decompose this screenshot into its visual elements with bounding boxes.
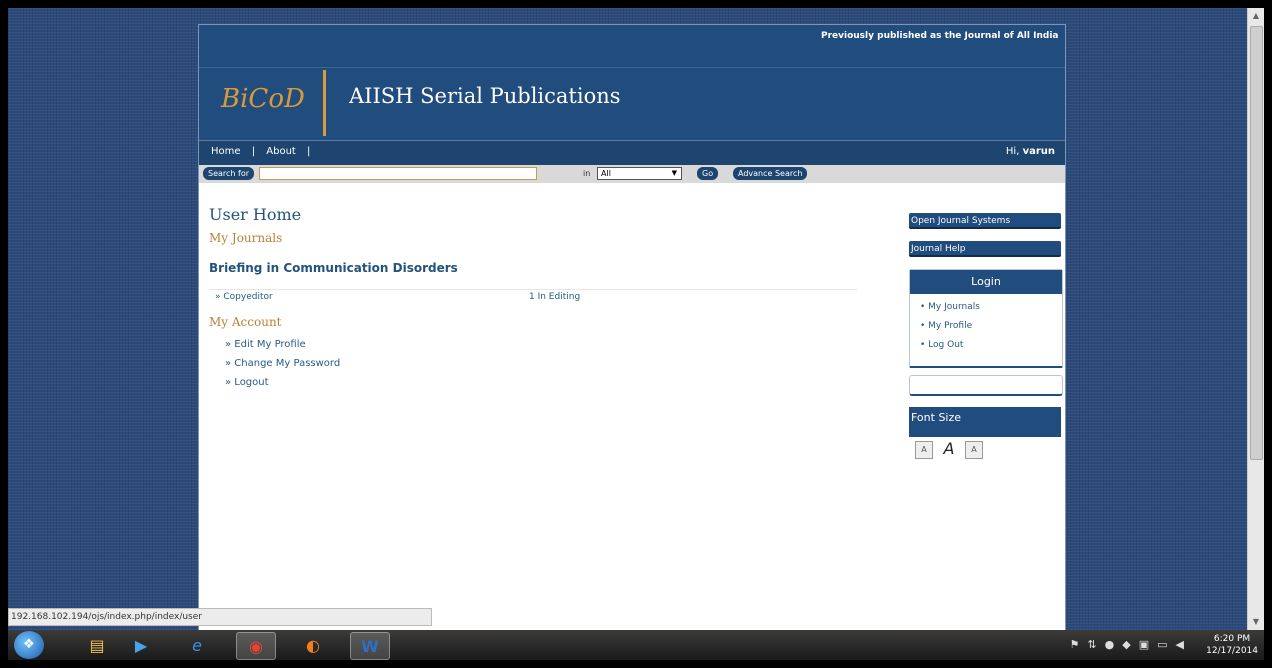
copyeditor-link[interactable]: » Copyeditor bbox=[215, 292, 273, 302]
username: varun bbox=[1022, 146, 1055, 157]
page-title: User Home bbox=[209, 205, 302, 224]
device-icon[interactable]: ▣ bbox=[1139, 638, 1149, 651]
scroll-thumb[interactable] bbox=[1250, 26, 1263, 460]
security-icon[interactable]: ◆ bbox=[1122, 638, 1130, 651]
app-tray-icon[interactable]: ● bbox=[1105, 638, 1115, 651]
search-scope-select[interactable]: All ▼ bbox=[597, 167, 682, 180]
login-block: Login • My Journals • My Profile • Log O… bbox=[909, 269, 1063, 368]
open-journal-systems-link[interactable]: Open Journal Systems bbox=[909, 213, 1061, 229]
bicod-logo[interactable]: BiCoD bbox=[221, 84, 305, 114]
journal-link[interactable]: Briefing in Communication Disorders bbox=[209, 261, 458, 275]
search-input[interactable] bbox=[259, 167, 537, 180]
go-button[interactable]: Go bbox=[697, 167, 719, 180]
search-for-label: Search for bbox=[203, 167, 255, 180]
change-password-link[interactable]: » Change My Password bbox=[225, 358, 340, 369]
sidebar-my-profile-link[interactable]: • My Profile bbox=[920, 321, 972, 331]
volume-icon[interactable]: ◀ bbox=[1176, 638, 1184, 651]
font-size-heading: Font Size bbox=[909, 407, 1061, 437]
internet-explorer-icon[interactable]: e bbox=[178, 632, 216, 658]
logo-divider bbox=[323, 70, 326, 136]
advance-search-button[interactable]: Advance Search bbox=[733, 167, 808, 180]
greeting-text: Hi, bbox=[1005, 146, 1020, 157]
clock-time: 6:20 PM bbox=[1213, 634, 1251, 644]
system-clock[interactable]: 6:20 PM 12/17/2014 bbox=[1206, 633, 1258, 657]
windows-taskbar: ❖ ▤ ▶ e ◉ ◐ W ⚑ ⇅ ● ◆ ▣ ▭ ◀ 6:20 PM 12/1… bbox=[8, 630, 1264, 660]
search-in-label: in bbox=[583, 169, 591, 178]
site-title: AIISH Serial Publications bbox=[349, 84, 621, 108]
system-tray: ⚑ ⇅ ● ◆ ▣ ▭ ◀ bbox=[1070, 638, 1184, 651]
edit-profile-link[interactable]: » Edit My Profile bbox=[225, 339, 306, 350]
my-account-heading: My Account bbox=[209, 315, 282, 329]
site-header: BiCoD AIISH Serial Publications bbox=[199, 68, 1065, 140]
nav-about-link[interactable]: About bbox=[266, 146, 296, 157]
previously-published-text: Previously published as the Journal of A… bbox=[821, 31, 1061, 41]
journal-page: Previously published as the Journal of A… bbox=[198, 24, 1066, 632]
media-player-icon[interactable]: ▶ bbox=[122, 632, 160, 658]
journal-role-row: » Copyeditor 1 In Editing bbox=[209, 289, 857, 304]
my-journals-heading: My Journals bbox=[209, 231, 283, 245]
logout-link[interactable]: » Logout bbox=[225, 377, 269, 388]
in-editing-link[interactable]: 1 In Editing bbox=[529, 292, 580, 302]
monitor-icon[interactable]: ▭ bbox=[1157, 638, 1167, 651]
nav-separator: | bbox=[251, 146, 256, 157]
journal-help-link[interactable]: Journal Help bbox=[909, 241, 1061, 257]
word-icon[interactable]: W bbox=[350, 632, 390, 660]
network-icon[interactable]: ⇅ bbox=[1087, 638, 1096, 651]
search-scope-value: All bbox=[601, 169, 611, 178]
nav-separator: | bbox=[307, 146, 311, 157]
sidebar-my-journals-link[interactable]: • My Journals bbox=[920, 302, 980, 312]
nav-home-link[interactable]: Home bbox=[211, 146, 241, 157]
sidebar-log-out-link[interactable]: • Log Out bbox=[920, 340, 963, 350]
clock-date: 12/17/2014 bbox=[1206, 646, 1258, 656]
top-banner: Previously published as the Journal of A… bbox=[199, 25, 1065, 68]
blank-block bbox=[909, 375, 1063, 396]
font-increase-icon[interactable]: A bbox=[965, 441, 983, 459]
login-heading: Login bbox=[910, 270, 1062, 294]
windows-start-icon[interactable]: ❖ bbox=[14, 631, 44, 659]
page-scrollbar[interactable]: ▲ ▼ bbox=[1247, 8, 1264, 630]
font-default-icon[interactable]: A bbox=[941, 441, 957, 457]
file-explorer-icon[interactable]: ▤ bbox=[78, 632, 116, 658]
scroll-up-arrow-icon[interactable]: ▲ bbox=[1248, 8, 1264, 24]
chevron-down-icon: ▼ bbox=[671, 169, 677, 177]
firefox-icon[interactable]: ◐ bbox=[294, 632, 332, 658]
flag-icon[interactable]: ⚑ bbox=[1070, 638, 1080, 651]
browser-status-url: 192.168.102.194/ojs/index.php/index/user bbox=[8, 608, 432, 626]
scroll-down-arrow-icon[interactable]: ▼ bbox=[1248, 614, 1264, 630]
user-greeting: Hi, varun bbox=[1006, 146, 1055, 157]
main-navbar: Home | About | Hi, varun bbox=[199, 140, 1065, 165]
desktop-screen: ▲ ▼ Previously published as the Journal … bbox=[8, 8, 1264, 660]
chrome-icon[interactable]: ◉ bbox=[236, 632, 276, 660]
font-size-controls: A A A bbox=[915, 441, 983, 459]
search-bar: Search for in All ▼ Go Advance Search bbox=[199, 165, 1065, 183]
font-decrease-icon[interactable]: A bbox=[915, 441, 933, 459]
